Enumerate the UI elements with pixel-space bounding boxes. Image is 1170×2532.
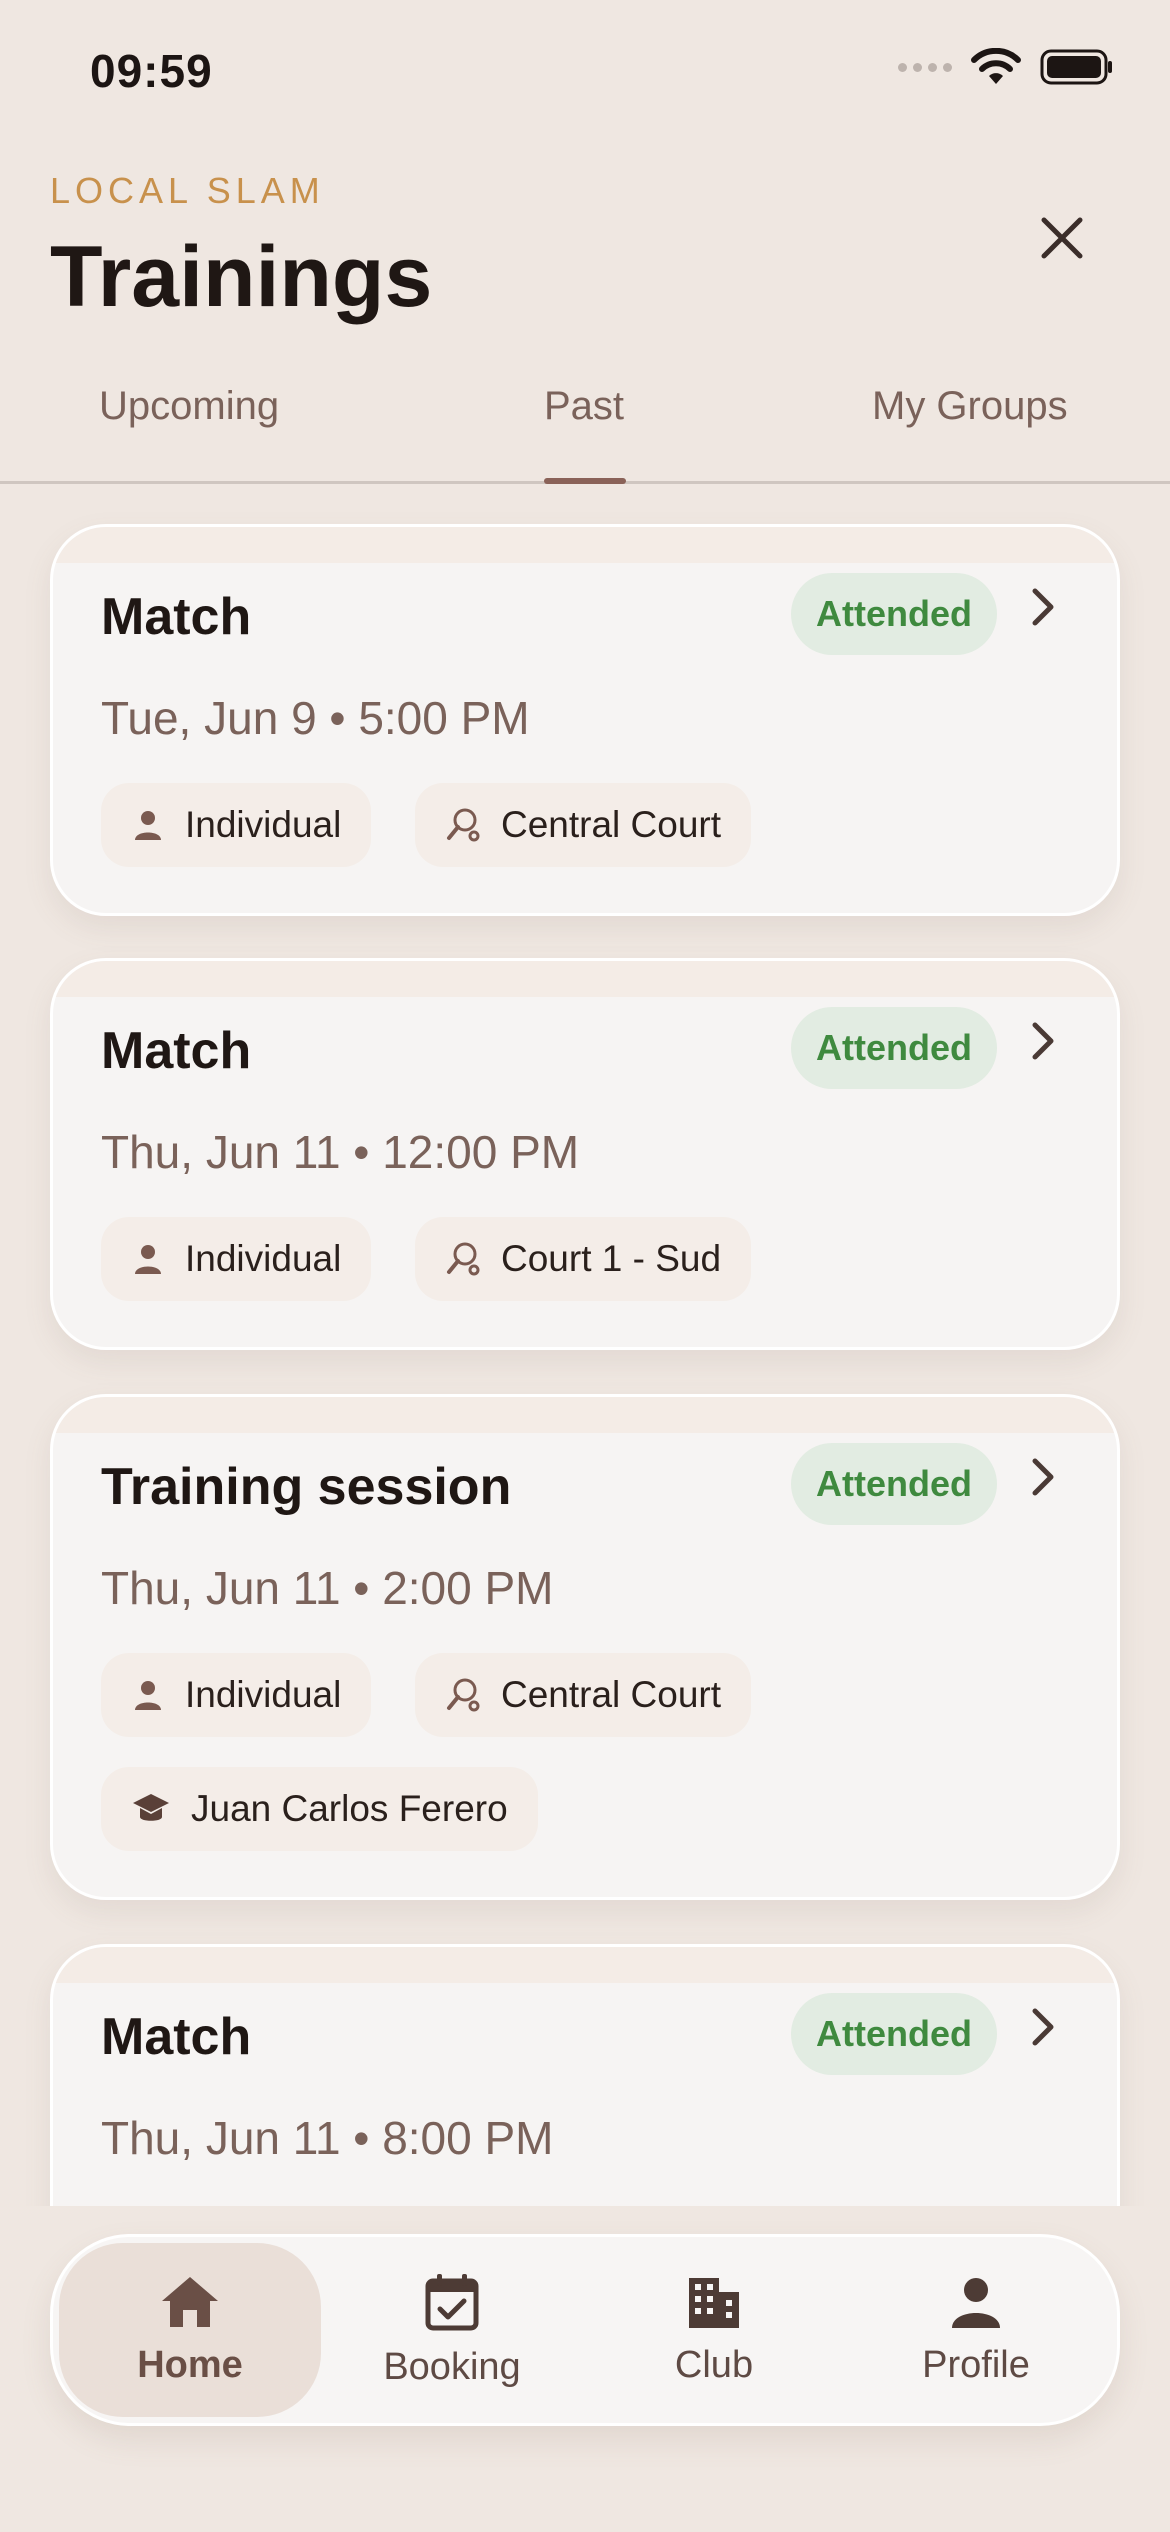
court-chip: Central Court bbox=[415, 1653, 752, 1737]
cellular-signal-icon bbox=[898, 62, 952, 72]
tab-upcoming[interactable]: Upcoming bbox=[99, 384, 279, 429]
close-icon bbox=[1041, 217, 1083, 259]
coach-label: Juan Carlos Ferero bbox=[191, 1788, 508, 1829]
wifi-icon bbox=[971, 48, 1021, 84]
nav-label: Profile bbox=[922, 2343, 1030, 2386]
court-chip: Central Court bbox=[415, 783, 752, 867]
tennis-racket-icon bbox=[447, 1678, 480, 1712]
battery-icon bbox=[1040, 49, 1112, 85]
type-label: Individual bbox=[185, 804, 342, 845]
nav-profile[interactable]: Profile bbox=[845, 2243, 1107, 2417]
tennis-racket-icon bbox=[447, 1242, 480, 1276]
building-icon bbox=[689, 2277, 739, 2328]
nav-club[interactable]: Club bbox=[583, 2243, 845, 2417]
status-badge: Attended bbox=[791, 573, 997, 655]
court-label: Central Court bbox=[501, 1674, 722, 1715]
training-card[interactable]: Match Attended Thu, Jun 11 • 8:00 PM bbox=[50, 1944, 1120, 2206]
brand-label: LOCAL SLAM bbox=[50, 170, 325, 211]
training-date: Thu, Jun 11 • 8:00 PM bbox=[101, 2112, 554, 2164]
training-list[interactable]: Match Attended Tue, Jun 9 • 5:00 PM Indi… bbox=[0, 484, 1170, 2206]
nav-label: Home bbox=[137, 2343, 243, 2386]
training-title: Match bbox=[101, 1022, 252, 1080]
training-card[interactable]: Match Attended Tue, Jun 9 • 5:00 PM Indi… bbox=[50, 524, 1120, 916]
screen: 09:59 LOCAL SLAM Trainings Upcoming Past… bbox=[0, 0, 1170, 2532]
status-badge: Attended bbox=[791, 1007, 997, 1089]
type-label: Individual bbox=[185, 1238, 342, 1279]
type-label: Individual bbox=[185, 1674, 342, 1715]
person-icon bbox=[135, 811, 161, 840]
home-icon bbox=[162, 2276, 218, 2327]
training-title: Training session bbox=[101, 1458, 512, 1516]
person-icon bbox=[952, 2277, 1000, 2328]
training-title: Match bbox=[101, 588, 252, 646]
person-icon bbox=[135, 1681, 161, 1710]
chevron-right-icon[interactable] bbox=[1025, 1453, 1059, 1501]
calendar-check-icon bbox=[425, 2273, 479, 2330]
court-label: Court 1 - Sud bbox=[501, 1238, 722, 1279]
training-date: Thu, Jun 11 • 12:00 PM bbox=[101, 1126, 580, 1178]
page-title: Trainings bbox=[50, 229, 433, 325]
coach-chip: Juan Carlos Ferero bbox=[101, 1767, 538, 1851]
type-chip: Individual bbox=[101, 1217, 372, 1301]
chevron-right-icon[interactable] bbox=[1025, 2003, 1059, 2051]
status-icons bbox=[898, 48, 1114, 86]
training-date: Tue, Jun 9 • 5:00 PM bbox=[101, 692, 530, 744]
training-date: Thu, Jun 11 • 2:00 PM bbox=[101, 1562, 554, 1614]
chevron-right-icon[interactable] bbox=[1025, 583, 1059, 631]
court-label: Central Court bbox=[501, 804, 722, 845]
tab-past[interactable]: Past bbox=[544, 384, 624, 429]
close-button[interactable] bbox=[1032, 208, 1092, 268]
person-icon bbox=[135, 1245, 161, 1274]
status-badge: Attended bbox=[791, 1443, 997, 1525]
nav-label: Club bbox=[674, 2343, 754, 2386]
graduation-cap-icon bbox=[133, 1794, 169, 1821]
training-card[interactable]: Training session Attended Thu, Jun 11 • … bbox=[50, 1394, 1120, 1900]
nav-booking[interactable]: Booking bbox=[321, 2243, 583, 2417]
training-card[interactable]: Match Attended Thu, Jun 11 • 12:00 PM In… bbox=[50, 958, 1120, 1350]
nav-label: Booking bbox=[383, 2345, 521, 2388]
status-time: 09:59 bbox=[90, 45, 213, 97]
status-badge: Attended bbox=[791, 1993, 997, 2075]
bottom-nav: Home Booking Club Profile bbox=[50, 2234, 1120, 2426]
nav-home[interactable]: Home bbox=[59, 2243, 321, 2417]
tab-my-groups[interactable]: My Groups bbox=[872, 384, 1068, 429]
court-chip: Court 1 - Sud bbox=[415, 1217, 752, 1301]
training-title: Match bbox=[101, 2008, 252, 2066]
tennis-racket-icon bbox=[447, 808, 480, 842]
type-chip: Individual bbox=[101, 1653, 372, 1737]
tab-bar: Upcoming Past My Groups bbox=[0, 360, 1170, 484]
type-chip: Individual bbox=[101, 783, 372, 867]
chevron-right-icon[interactable] bbox=[1025, 1017, 1059, 1065]
